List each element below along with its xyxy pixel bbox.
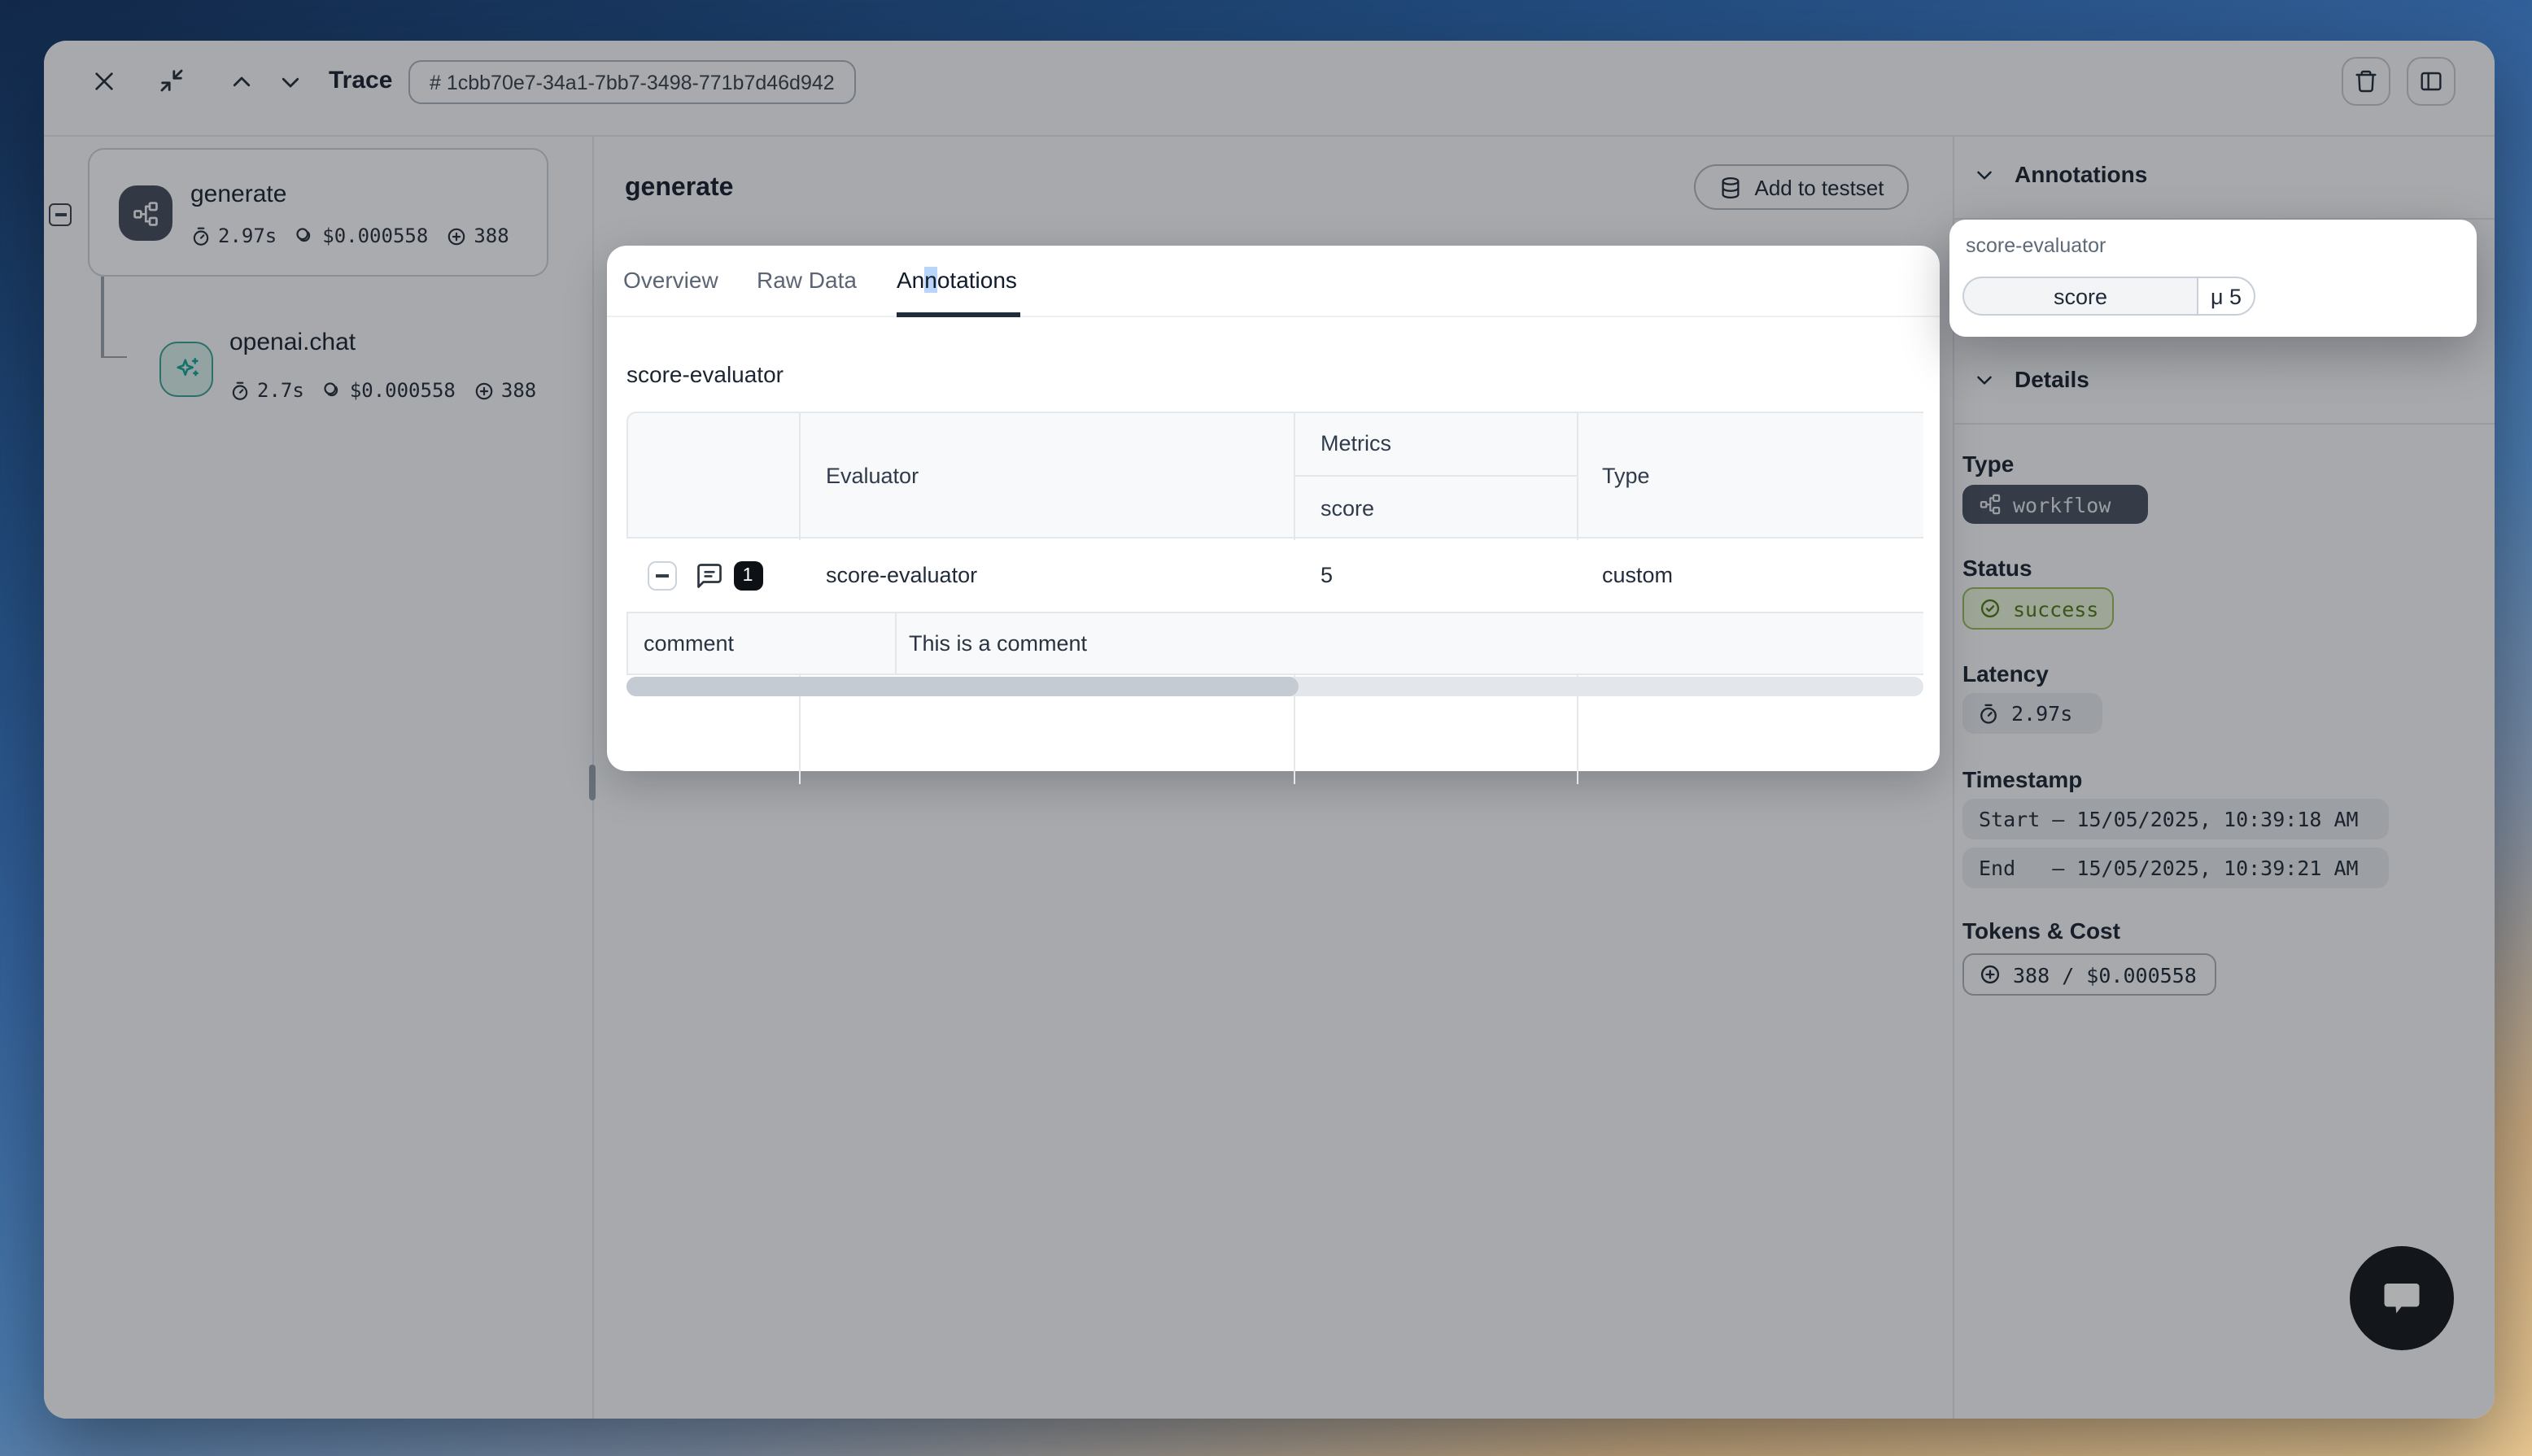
screen: Trace # 1cbb70e7-34a1-7bb7-3498-771b7d46… bbox=[0, 0, 2532, 1456]
collapse-row-button[interactable] bbox=[647, 561, 676, 591]
tab-bar: Overview Raw Data Annotations bbox=[607, 246, 1940, 317]
cell-score: 5 bbox=[1321, 563, 1333, 587]
comment-key: comment bbox=[644, 631, 734, 656]
annotation-popover: score-evaluator score μ 5 bbox=[1949, 220, 2477, 337]
annotation-evaluator-label: score-evaluator bbox=[1966, 234, 2106, 257]
comment-row: comment This is a comment bbox=[626, 613, 1923, 674]
comment-icon[interactable] bbox=[694, 561, 723, 591]
horizontal-scrollbar bbox=[626, 677, 1923, 696]
span-detail-card: Overview Raw Data Annotations score-eval… bbox=[607, 246, 1940, 771]
tab-overview[interactable]: Overview bbox=[623, 267, 718, 293]
metric-value-segment[interactable]: μ 5 bbox=[2197, 277, 2255, 316]
cell-evaluator: score-evaluator bbox=[826, 563, 977, 587]
comment-value: This is a comment bbox=[909, 631, 1087, 656]
col-evaluator: Evaluator bbox=[826, 463, 919, 487]
table-header bbox=[626, 411, 1923, 538]
trace-drawer: Trace # 1cbb70e7-34a1-7bb7-3498-771b7d46… bbox=[44, 41, 2495, 1419]
cell-type: custom bbox=[1602, 563, 1673, 587]
col-metrics: Metrics bbox=[1321, 430, 1391, 455]
table-row: 1 score-evaluator 5 custom bbox=[626, 540, 1923, 612]
metric-name-segment[interactable]: score bbox=[1962, 277, 2197, 316]
tab-raw-data[interactable]: Raw Data bbox=[757, 267, 857, 293]
col-metric-score: score bbox=[1321, 495, 1374, 520]
annotation-score-control[interactable]: score μ 5 bbox=[1962, 277, 2255, 316]
scrollbar-thumb[interactable] bbox=[626, 677, 1298, 696]
annotations-table: Evaluator Metrics score Type 1 score-eva… bbox=[626, 411, 1923, 917]
evaluator-section-title: score-evaluator bbox=[626, 361, 784, 387]
col-type: Type bbox=[1602, 463, 1650, 487]
comment-count-badge[interactable]: 1 bbox=[733, 561, 762, 591]
active-tab-underline bbox=[897, 312, 1020, 317]
tab-annotations[interactable]: Annotations bbox=[897, 267, 1017, 293]
text-selection: n bbox=[924, 267, 937, 293]
